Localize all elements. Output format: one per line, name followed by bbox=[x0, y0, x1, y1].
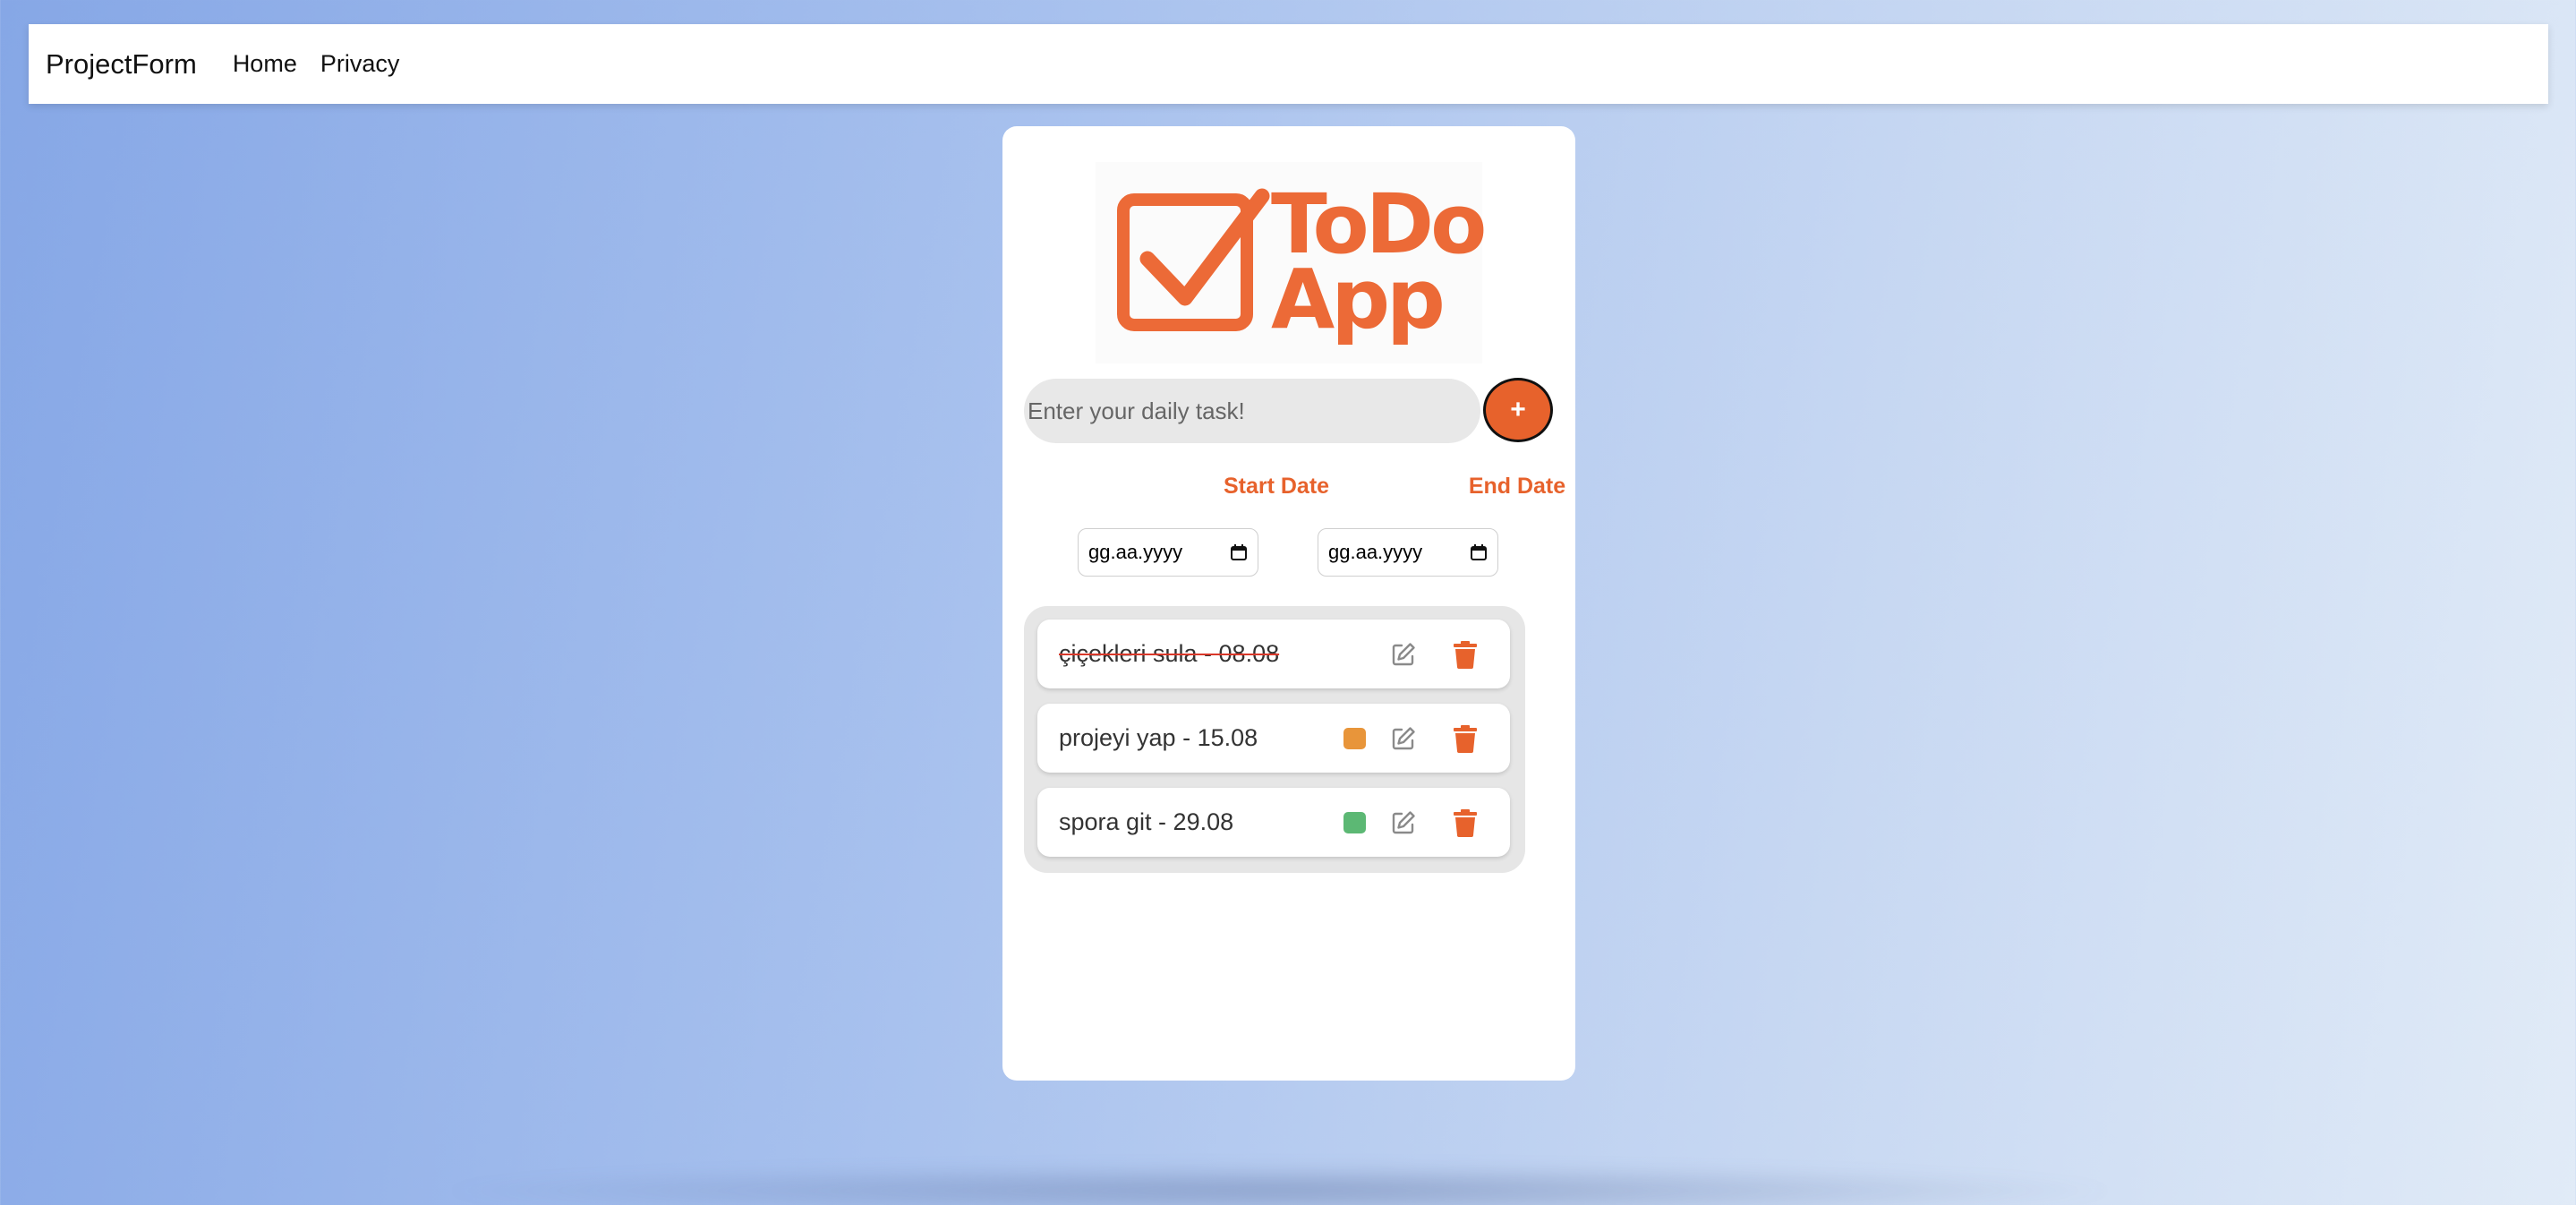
start-date-value: gg.aa.yyyy bbox=[1088, 541, 1183, 563]
start-date-input[interactable]: gg.aa.yyyy bbox=[1078, 528, 1258, 577]
trash-icon[interactable] bbox=[1453, 724, 1478, 753]
task-input[interactable] bbox=[1024, 379, 1480, 443]
priority-indicator[interactable] bbox=[1343, 812, 1366, 833]
task-text[interactable]: çiçekleri sula - 08.08 bbox=[1059, 620, 1279, 688]
todo-card: ToDo App + Start Date End Date gg.aa.yyy… bbox=[1002, 126, 1575, 1081]
task-item[interactable]: çiçekleri sula - 08.08 bbox=[1037, 620, 1510, 688]
end-date-input[interactable]: gg.aa.yyyy bbox=[1318, 528, 1498, 577]
todo-app-logo: ToDo App bbox=[1096, 162, 1487, 363]
priority-indicator[interactable] bbox=[1343, 728, 1366, 749]
end-date-value: gg.aa.yyyy bbox=[1328, 541, 1423, 563]
nav-link-privacy[interactable]: Privacy bbox=[320, 50, 400, 78]
trash-icon[interactable] bbox=[1453, 808, 1478, 837]
calendar-icon[interactable] bbox=[1470, 543, 1488, 561]
end-date-label: End Date bbox=[1468, 474, 1566, 499]
page-bottom-shadow bbox=[430, 1164, 2130, 1205]
edit-icon[interactable] bbox=[1390, 725, 1417, 752]
task-item[interactable]: spora git - 29.08 bbox=[1037, 788, 1510, 857]
task-text[interactable]: projeyi yap - 15.08 bbox=[1059, 704, 1258, 773]
logo-text: ToDo App bbox=[1271, 184, 1487, 347]
start-date-label: Start Date bbox=[1223, 474, 1330, 499]
calendar-icon[interactable] bbox=[1230, 543, 1248, 561]
add-task-button[interactable]: + bbox=[1483, 378, 1553, 442]
edit-icon[interactable] bbox=[1390, 809, 1417, 836]
task-item[interactable]: projeyi yap - 15.08 bbox=[1037, 704, 1510, 773]
brand-link[interactable]: ProjectForm bbox=[46, 48, 197, 81]
task-list: çiçekleri sula - 08.08 projeyi yap - 15.… bbox=[1024, 606, 1525, 873]
task-text[interactable]: spora git - 29.08 bbox=[1059, 788, 1233, 857]
edit-icon[interactable] bbox=[1390, 641, 1417, 668]
trash-icon[interactable] bbox=[1453, 640, 1478, 669]
logo-text-line2: App bbox=[1271, 252, 1446, 347]
top-navbar: ProjectForm Home Privacy bbox=[29, 24, 2548, 104]
nav-link-home[interactable]: Home bbox=[233, 50, 297, 78]
